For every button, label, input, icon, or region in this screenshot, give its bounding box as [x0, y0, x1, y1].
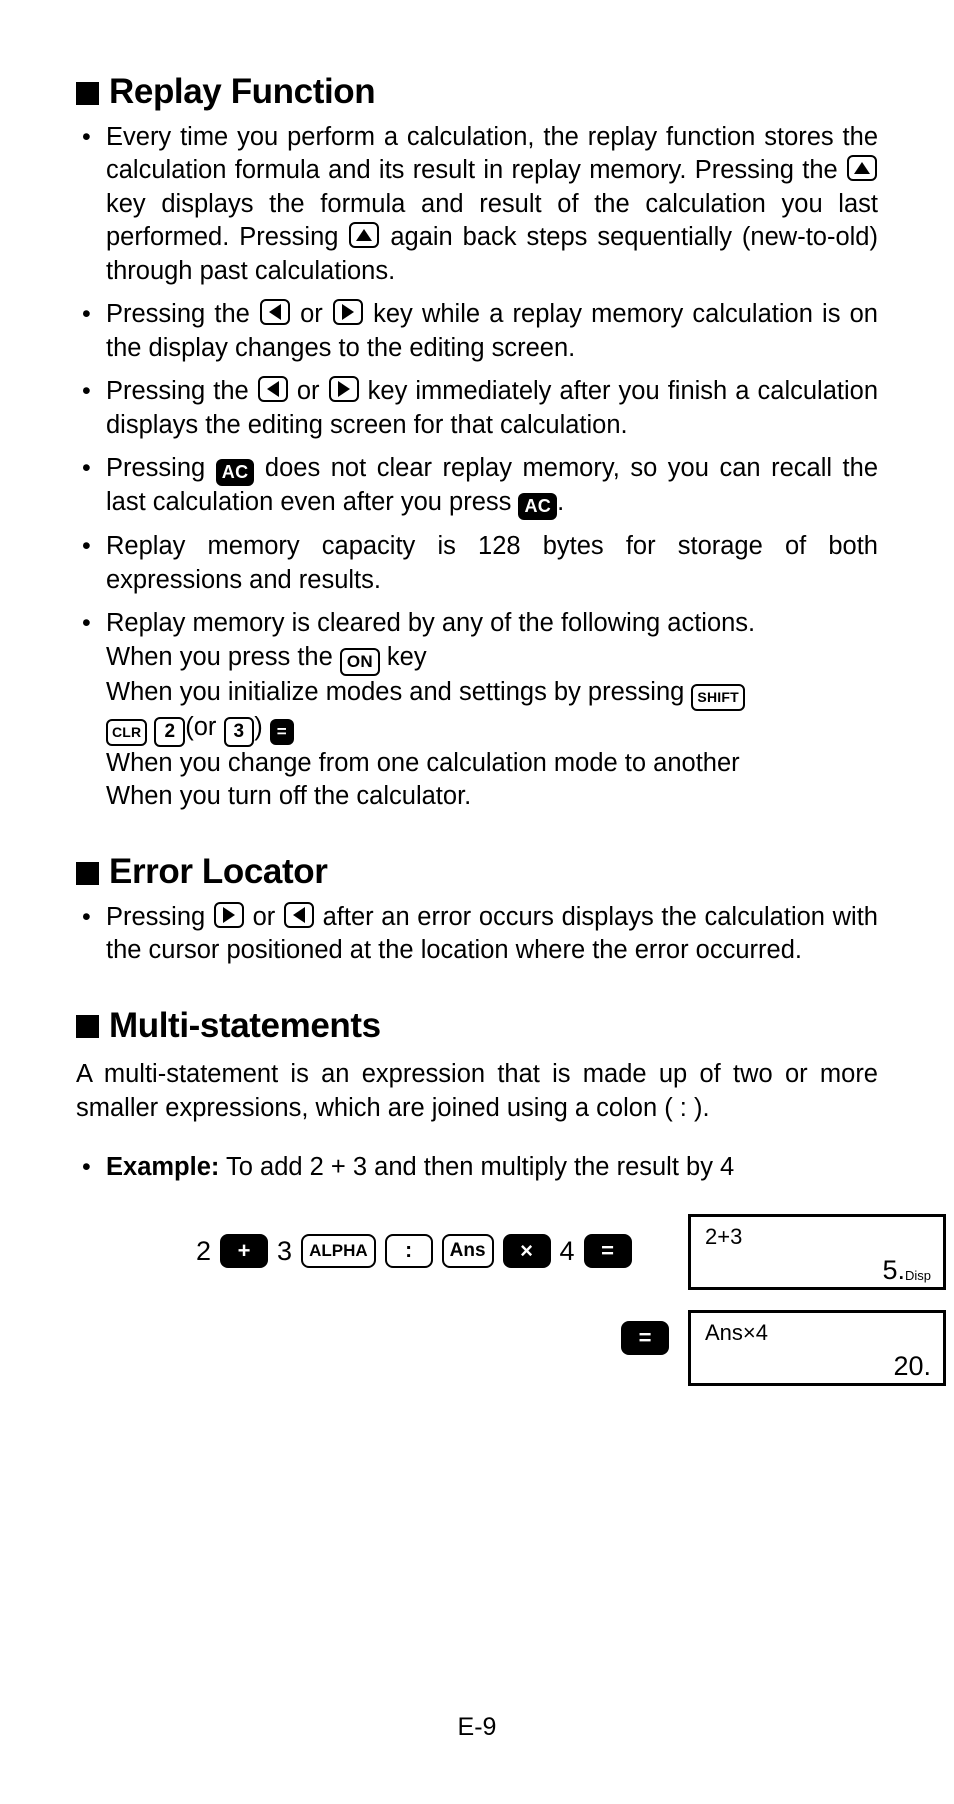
section-heading-replay-function: Replay Function	[76, 72, 878, 111]
equals-key-icon: =	[621, 1321, 669, 1356]
calculator-display-first: 2+3 5.Disp	[688, 1214, 946, 1291]
plus-key-icon: +	[220, 1234, 269, 1269]
sub-line-initialize: When you initialize modes and settings b…	[106, 676, 878, 711]
on-key-icon: ON	[339, 647, 380, 676]
equals-key-icon: =	[269, 718, 294, 745]
key-sequence-row-second: =	[621, 1321, 669, 1356]
manual-page: Replay Function Every time you perform a…	[0, 0, 954, 1804]
bullet-text-part: Replay memory capacity is 128 bytes for …	[106, 532, 878, 594]
display-result: 5.	[882, 1255, 905, 1286]
bullet-text-part: Pressing the	[106, 300, 250, 329]
left-arrow-key-icon	[257, 376, 288, 403]
disp-indicator: Disp	[904, 1268, 931, 1284]
error-locator-bullet-list: Pressing or after an error occurs displa…	[76, 901, 878, 968]
list-item: Example: To add 2 + 3 and then multiply …	[76, 1151, 878, 1185]
left-arrow-key-icon	[259, 299, 290, 326]
sub-line-on-key: When you press the ON key	[106, 641, 878, 676]
display-expression: 2+3	[705, 1224, 743, 1250]
example-text: To add 2 + 3 and then multiply the resul…	[226, 1152, 735, 1181]
display-result-line: 5.Disp	[705, 1255, 931, 1291]
or-close-paren: )	[254, 712, 263, 741]
period: .	[557, 488, 565, 517]
example-bullet-list: Example: To add 2 + 3 and then multiply …	[76, 1151, 878, 1185]
bullet-text-part: Pressing the	[106, 377, 249, 406]
conjunction-or: or	[296, 377, 320, 406]
example-label: Example:	[106, 1152, 220, 1181]
section-heading-error-locator: Error Locator	[76, 851, 878, 891]
list-item: Pressing the or key while a replay memor…	[76, 298, 878, 365]
shift-key-icon: SHIFT	[691, 683, 745, 711]
digit-2-key-icon: 2	[154, 716, 186, 747]
ac-key-icon: AC	[518, 493, 558, 521]
multiply-key-icon: ×	[502, 1234, 551, 1269]
square-bullet-icon	[76, 1015, 99, 1039]
list-item: Pressing or after an error occurs displa…	[76, 901, 878, 968]
up-arrow-key-icon	[847, 155, 877, 182]
sub-text-part: When you initialize modes and settings b…	[106, 677, 685, 706]
alpha-key-icon: ALPHA	[301, 1234, 376, 1269]
display-result-line: 20.	[705, 1351, 931, 1381]
list-item: Replay memory is cleared by any of the f…	[76, 607, 878, 814]
bullet-text-part: Replay memory is cleared by any of the f…	[106, 609, 756, 638]
bullet-text-part: Pressing	[106, 454, 206, 483]
bullet-text-part: Every time you perform a calculation, th…	[106, 122, 878, 185]
conjunction-or: or	[300, 300, 323, 329]
right-arrow-key-icon	[213, 901, 244, 928]
bullet-text-part: Pressing	[106, 902, 206, 931]
left-arrow-key-icon	[283, 901, 314, 928]
calculator-display-second: Ans×4 20.	[688, 1310, 946, 1387]
right-arrow-key-icon	[328, 376, 359, 403]
multi-statements-paragraph: A multi-statement is an expression that …	[76, 1060, 878, 1122]
digit-3-key-icon: 3	[223, 716, 255, 747]
list-item: Pressing the or key immediately after yo…	[76, 375, 878, 442]
up-arrow-key-icon	[349, 222, 380, 249]
key-sequence-row: 2 + 3 ALPHA : Ans × 4 =	[196, 1234, 632, 1269]
conjunction-or: or	[252, 902, 276, 931]
ans-key-icon: Ans	[441, 1234, 494, 1269]
operand-4: 4	[559, 1235, 575, 1266]
sub-line-turn-off: When you turn off the calculator.	[106, 782, 472, 811]
equals-key-icon: =	[583, 1234, 632, 1269]
square-bullet-icon	[76, 81, 99, 105]
page-footer: E-9	[457, 1713, 497, 1741]
sub-text-part: key	[386, 642, 427, 671]
list-item: Pressing AC does not clear replay memory…	[76, 452, 878, 521]
sub-line-key-sequence: CLR 2 (or 3) =	[106, 711, 878, 747]
list-item: Every time you perform a calculation, th…	[76, 121, 878, 289]
display-expression: Ans×4	[705, 1320, 768, 1346]
colon-key-icon: :	[384, 1234, 433, 1269]
heading-text: Replay Function	[109, 72, 376, 111]
heading-text: Error Locator	[109, 851, 328, 891]
clr-key-icon: CLR	[106, 718, 148, 746]
square-bullet-icon	[76, 861, 99, 885]
or-open-paren: (or	[185, 712, 217, 741]
operand-2: 2	[196, 1235, 212, 1266]
operand-3: 3	[277, 1235, 293, 1266]
sub-line-mode-change: When you change from one calculation mod…	[106, 748, 740, 777]
heading-text: Multi-statements	[109, 1005, 381, 1045]
replay-bullet-list: Every time you perform a calculation, th…	[76, 121, 878, 814]
display-result: 20.	[893, 1351, 931, 1382]
ac-key-icon: AC	[215, 459, 255, 487]
section-heading-multi-statements: Multi-statements	[76, 1005, 878, 1045]
sub-text-part: When you press the	[106, 642, 333, 671]
example-figure: 2 + 3 ALPHA : Ans × 4 = = 2+3 5.Disp Ans…	[76, 1206, 946, 1406]
list-item: Replay memory capacity is 128 bytes for …	[76, 530, 878, 597]
right-arrow-key-icon	[332, 299, 363, 326]
